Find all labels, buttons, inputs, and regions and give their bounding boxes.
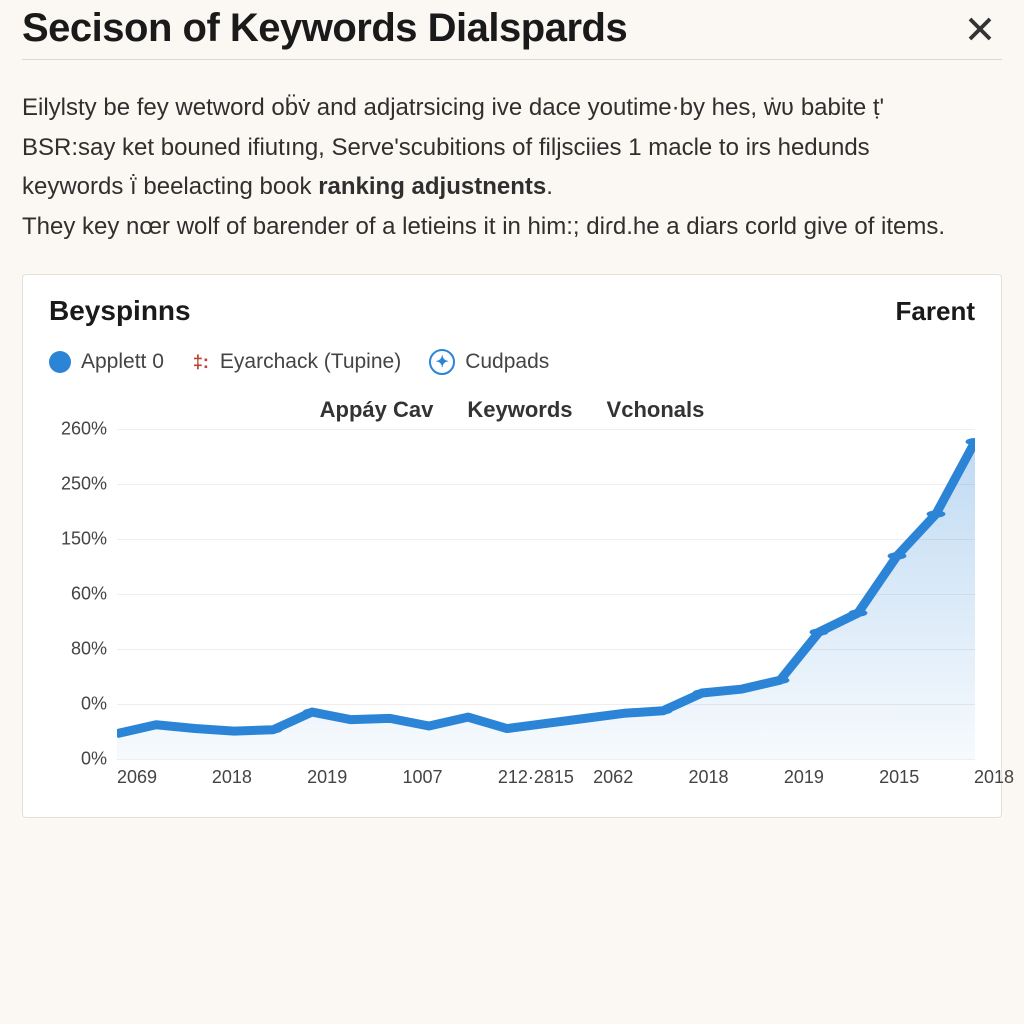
x-tick-label: 2019 — [784, 767, 785, 788]
x-tick-label: 2018 — [212, 767, 213, 788]
description-text: Eilylsty be fey wetword ob̈v̇ and adjatr… — [22, 88, 982, 246]
chart-tabs: Appáy Cav Keywords Vchonals — [49, 397, 975, 423]
chart-title: Beyspinns — [49, 295, 191, 327]
x-tick-label: 212·2815 — [498, 767, 499, 788]
x-tick-label: 2018 — [688, 767, 689, 788]
page-title: Secison of Keywords Dialspards — [22, 6, 627, 51]
y-tick-label: 0% — [81, 749, 107, 770]
y-tick-label: 150% — [61, 529, 107, 550]
legend-plus-icon: ‡: — [192, 353, 210, 371]
y-tick-label: 260% — [61, 419, 107, 440]
y-tick-label: 0% — [81, 694, 107, 715]
y-tick-label: 60% — [71, 584, 107, 605]
y-axis: 260%250%150%60%80%0%0% — [49, 429, 117, 759]
chart-filter-label[interactable]: Farent — [896, 296, 975, 327]
chart-legend: Applett 0 ‡: Eyarchack (Tupine) ✦ Cudpad… — [49, 349, 975, 375]
x-tick-label: 2015 — [879, 767, 880, 788]
close-icon — [965, 14, 995, 44]
legend-dot-icon — [49, 351, 71, 373]
x-tick-label: 2019 — [307, 767, 308, 788]
x-tick-label: 2018 — [974, 767, 975, 788]
tab-vchonals[interactable]: Vchonals — [607, 397, 705, 423]
x-tick-label: 1007 — [402, 767, 403, 788]
y-tick-label: 80% — [71, 639, 107, 660]
legend-item-cudpads[interactable]: ✦ Cudpads — [429, 349, 549, 375]
chart-card: Beyspinns Farent Applett 0 ‡: Eyarchack … — [22, 274, 1002, 818]
chart-area: 260%250%150%60%80%0%0% 20692018201910072… — [49, 429, 975, 799]
tab-keywords[interactable]: Keywords — [467, 397, 572, 423]
close-button[interactable] — [958, 7, 1002, 51]
chart-plot — [117, 429, 975, 759]
x-tick-label: 2069 — [117, 767, 118, 788]
x-tick-label: 2062 — [593, 767, 594, 788]
tab-appay-cav[interactable]: Appáy Cav — [320, 397, 434, 423]
x-axis: 2069 2018 2019 1007 212·2815 2062 2018 2019 2015… — [117, 759, 975, 799]
y-tick-label: 250% — [61, 474, 107, 495]
legend-item-eyarchack[interactable]: ‡: Eyarchack (Tupine) — [192, 350, 401, 374]
legend-item-applett[interactable]: Applett 0 — [49, 350, 164, 374]
legend-outline-icon: ✦ — [429, 349, 455, 375]
